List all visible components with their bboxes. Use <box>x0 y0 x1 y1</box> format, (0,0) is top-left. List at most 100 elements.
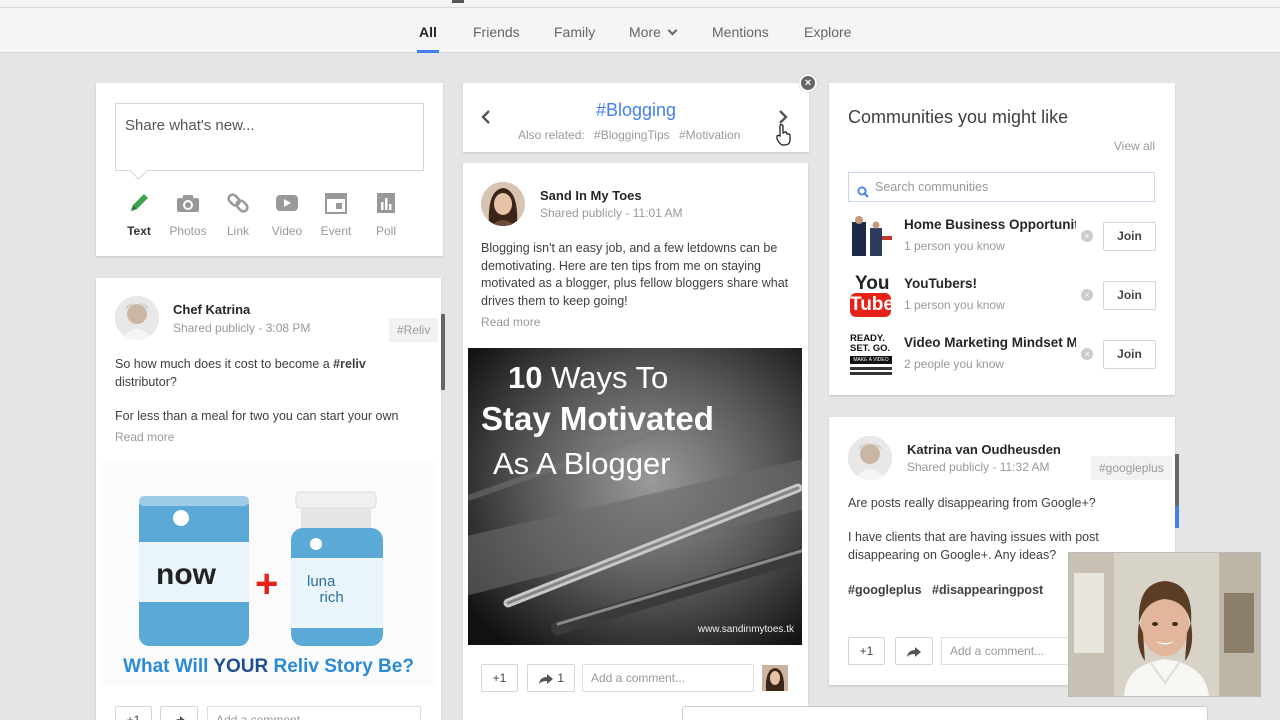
image-caption: What Will YOUR Reliv Story Be? <box>101 656 436 678</box>
share-option-poll-label: Poll <box>375 224 396 238</box>
chevron-down-icon <box>667 25 678 36</box>
community-name[interactable]: Video Marketing Mindset M <box>904 335 1076 350</box>
youtube-tube: Tube <box>850 293 893 317</box>
community-sub: 1 person you know <box>904 298 1005 312</box>
post-tags: #googleplus #disappearingpost <box>848 583 1043 597</box>
post-tag-disappearingpost[interactable]: #disappearingpost <box>932 583 1043 597</box>
share-count: 1 <box>557 671 565 685</box>
post-card-sand-in-my-toes: Sand In My Toes Shared publicly - 11:01 … <box>463 163 808 720</box>
search-placeholder: Search communities <box>875 180 989 194</box>
post-meta: Shared publicly - 11:32 AM <box>907 460 1050 474</box>
plus-one-button[interactable]: +1 <box>481 664 518 692</box>
post-visibility[interactable]: Shared publicly <box>907 460 989 474</box>
community-image[interactable] <box>848 214 893 259</box>
hashtag-scroll-indicator <box>1175 454 1179 506</box>
post-author[interactable]: Katrina van Oudheusden <box>907 442 1061 457</box>
community-name[interactable]: Home Business Opportuniti <box>904 217 1076 232</box>
image-line1-rest: Ways To <box>542 360 669 395</box>
communities-card: Communities you might like View all Sear… <box>829 83 1175 395</box>
image-caption-b: YOUR <box>213 656 269 677</box>
image-word-now: now <box>156 558 216 591</box>
image-line2: Stay Motivated <box>481 400 714 437</box>
avatar[interactable] <box>115 296 159 340</box>
close-icon[interactable]: × <box>799 74 817 92</box>
post-hashtag-chip[interactable]: #googleplus <box>1091 456 1172 480</box>
post-image-reliv[interactable]: now + luna rich What Will YOUR Reliv Sto… <box>101 462 436 686</box>
share-button[interactable] <box>160 706 198 720</box>
search-icon <box>857 180 869 208</box>
tab-friends[interactable]: Friends <box>473 8 520 53</box>
comment-input[interactable]: Add a comment... <box>582 664 754 692</box>
join-button[interactable]: Join <box>1103 222 1156 251</box>
read-more-link[interactable]: Read more <box>115 430 174 444</box>
hashtag-scroll-indicator <box>441 314 445 390</box>
share-option-photos[interactable]: Photos <box>163 190 213 238</box>
read-more-link[interactable]: Read more <box>481 315 540 329</box>
avatar[interactable] <box>848 436 892 480</box>
pencil-icon <box>114 190 164 216</box>
post-author[interactable]: Chef Katrina <box>173 302 250 317</box>
comment-input[interactable]: Add a comment... <box>207 706 421 720</box>
calendar-icon <box>311 190 361 216</box>
post-visibility[interactable]: Shared publicly <box>540 206 622 220</box>
image-caption-a: What Will <box>123 656 214 677</box>
share-option-link[interactable]: Link <box>213 190 263 238</box>
dismiss-icon[interactable]: × <box>1081 230 1093 242</box>
share-option-video[interactable]: Video <box>262 190 312 238</box>
community-image[interactable]: READY. SET. GO. MAKE A VIDEO <box>848 332 893 377</box>
link-icon <box>213 190 263 216</box>
dismiss-icon[interactable]: × <box>1081 289 1093 301</box>
share-arrow-icon <box>907 646 921 657</box>
youtube-logo-icon[interactable]: You Tube <box>848 273 893 318</box>
related-tag-motivation[interactable]: #Motivation <box>679 128 740 142</box>
image-watermark-url: www.sandinmytoes.tk <box>697 624 794 635</box>
tab-mentions[interactable]: Mentions <box>712 8 769 53</box>
search-communities-input[interactable]: Search communities <box>848 172 1155 202</box>
dismiss-icon[interactable]: × <box>1081 348 1093 360</box>
related-tag-bloggingtips[interactable]: #BloggingTips <box>594 128 670 142</box>
post-tag-googleplus[interactable]: #googleplus <box>848 583 922 597</box>
community-sub: 1 person you know <box>904 239 1005 253</box>
related-tags: Also related: #BloggingTips #Motivation <box>518 128 740 142</box>
share-option-text[interactable]: Text <box>114 190 164 238</box>
post-body-hashtag[interactable]: #reliv <box>333 357 366 371</box>
post-author[interactable]: Sand In My Toes <box>540 188 642 203</box>
tab-more-label: More <box>629 24 661 40</box>
view-all-link[interactable]: View all <box>1114 139 1155 153</box>
mouse-cursor-icon <box>775 123 793 152</box>
tab-explore[interactable]: Explore <box>804 8 851 53</box>
join-button[interactable]: Join <box>1103 340 1156 369</box>
bottom-notification-bar[interactable] <box>682 706 1208 720</box>
share-input[interactable]: Share what's new... <box>115 103 424 171</box>
plus-one-button[interactable]: +1 <box>848 637 885 665</box>
image-plus: + <box>255 562 279 606</box>
stream-nav-bar: All Friends Family More Mentions Explore <box>0 8 1280 53</box>
community-name[interactable]: YouTubers! <box>904 276 1076 291</box>
comment-input[interactable]: Add a comment... <box>941 637 1069 665</box>
post-time[interactable]: 11:32 AM <box>1000 460 1050 474</box>
share-button[interactable] <box>895 637 933 665</box>
webcam-video-overlay <box>1068 552 1261 697</box>
join-button[interactable]: Join <box>1103 281 1156 310</box>
hashtag-title[interactable]: #Blogging <box>463 100 809 121</box>
share-option-text-label: Text <box>127 224 151 238</box>
tab-all[interactable]: All <box>417 8 439 53</box>
post-time[interactable]: 3:08 PM <box>266 321 311 335</box>
post-image-blogger[interactable]: 10 Ways To Stay Motivated As A Blogger w… <box>468 348 802 645</box>
image-line1-num: 10 <box>508 360 543 395</box>
post-visibility[interactable]: Shared publicly <box>173 321 255 335</box>
avatar[interactable] <box>481 182 525 226</box>
tab-family[interactable]: Family <box>554 8 595 53</box>
post-hashtag-chip[interactable]: #Reliv <box>389 318 439 342</box>
ready-sub-text: MAKE A VIDEO <box>850 356 892 364</box>
hashtag-scroll-indicator-active <box>1175 506 1179 528</box>
share-option-poll[interactable]: Poll <box>361 190 411 238</box>
plus-one-button[interactable]: +1 <box>115 706 152 720</box>
tab-more[interactable]: More <box>629 8 678 53</box>
share-option-event[interactable]: Event <box>311 190 361 238</box>
browser-top-strip <box>0 0 1280 8</box>
post-time[interactable]: 11:01 AM <box>633 206 683 220</box>
post-meta: Shared publicly - 3:08 PM <box>173 321 311 335</box>
camera-icon <box>163 190 213 216</box>
share-button[interactable]: 1 <box>527 664 575 692</box>
